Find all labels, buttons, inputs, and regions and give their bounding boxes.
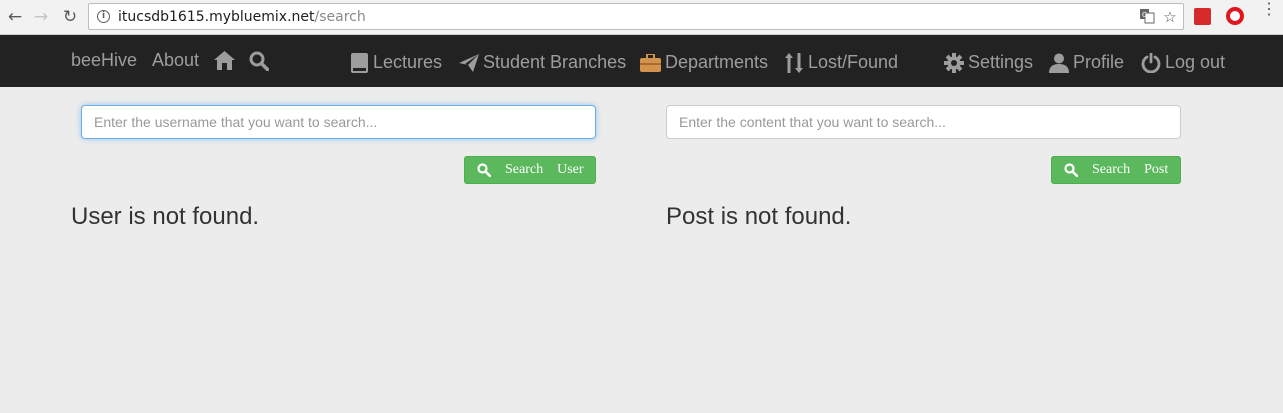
search-user-button-word2: User xyxy=(557,162,584,177)
user-icon xyxy=(1049,53,1069,73)
home-icon[interactable] xyxy=(214,51,235,70)
url-text[interactable]: itucsdb1615.mybluemix.net/search xyxy=(118,9,366,25)
search-user-button-word1: Search xyxy=(505,162,544,177)
app-navbar: beeHive About Lectures Student Branches … xyxy=(0,35,1283,87)
send-icon xyxy=(459,53,479,72)
nav-lost-found[interactable]: Lost/Found xyxy=(784,52,898,73)
gear-icon xyxy=(944,52,964,73)
nav-student-branches[interactable]: Student Branches xyxy=(459,52,626,73)
svg-text:G: G xyxy=(1142,11,1147,19)
nav-profile[interactable]: Profile xyxy=(1049,52,1124,73)
translate-icon[interactable]: G xyxy=(1138,8,1156,26)
user-result-message: User is not found. xyxy=(71,203,260,230)
extension-icon[interactable] xyxy=(1194,8,1211,25)
nav-departments-label: Departments xyxy=(665,52,769,72)
nav-settings[interactable]: Settings xyxy=(944,52,1033,73)
nav-lectures-label: Lectures xyxy=(373,52,443,72)
address-bar[interactable]: i itucsdb1615.mybluemix.net/search G ☆ xyxy=(88,3,1184,30)
url-path: /search xyxy=(314,9,366,25)
search-icon[interactable] xyxy=(249,51,269,71)
back-icon[interactable]: ← xyxy=(5,7,25,27)
nav-departments[interactable]: Departments xyxy=(640,52,768,73)
reload-icon[interactable]: ↻ xyxy=(60,7,80,27)
opera-icon[interactable] xyxy=(1226,7,1244,25)
search-post-button-word1: Search xyxy=(1092,162,1131,177)
search-icon xyxy=(477,163,491,177)
brand-link[interactable]: beeHive xyxy=(71,50,137,71)
search-icon xyxy=(1064,163,1078,177)
nav-lectures[interactable]: Lectures xyxy=(350,52,442,73)
search-post-button[interactable]: Search Post xyxy=(1051,156,1181,184)
nav-logout[interactable]: Log out xyxy=(1141,52,1225,73)
nav-lost-found-label: Lost/Found xyxy=(808,52,899,72)
nav-student-branches-label: Student Branches xyxy=(483,52,627,72)
nav-settings-label: Settings xyxy=(968,52,1034,72)
sort-arrows-icon xyxy=(785,52,803,73)
search-user-button[interactable]: Search User xyxy=(464,156,596,184)
about-link[interactable]: About xyxy=(152,50,199,71)
search-post-button-word2: Post xyxy=(1144,162,1169,177)
content-search-input[interactable] xyxy=(666,105,1181,139)
star-icon[interactable]: ☆ xyxy=(1161,8,1179,26)
menu-icon[interactable]: ⋮ xyxy=(1261,2,1277,18)
url-host: itucsdb1615.mybluemix.net xyxy=(118,9,315,25)
username-search-input[interactable] xyxy=(81,105,596,139)
briefcase-icon xyxy=(640,53,661,72)
forward-icon[interactable]: → xyxy=(31,7,51,27)
nav-profile-label: Profile xyxy=(1073,52,1125,72)
browser-toolbar: ← → ↻ i itucsdb1615.mybluemix.net/search… xyxy=(0,0,1283,35)
power-icon xyxy=(1141,52,1161,73)
nav-logout-label: Log out xyxy=(1165,52,1226,72)
post-result-message: Post is not found. xyxy=(666,203,852,230)
book-icon xyxy=(351,52,368,73)
info-icon[interactable]: i xyxy=(97,10,110,23)
